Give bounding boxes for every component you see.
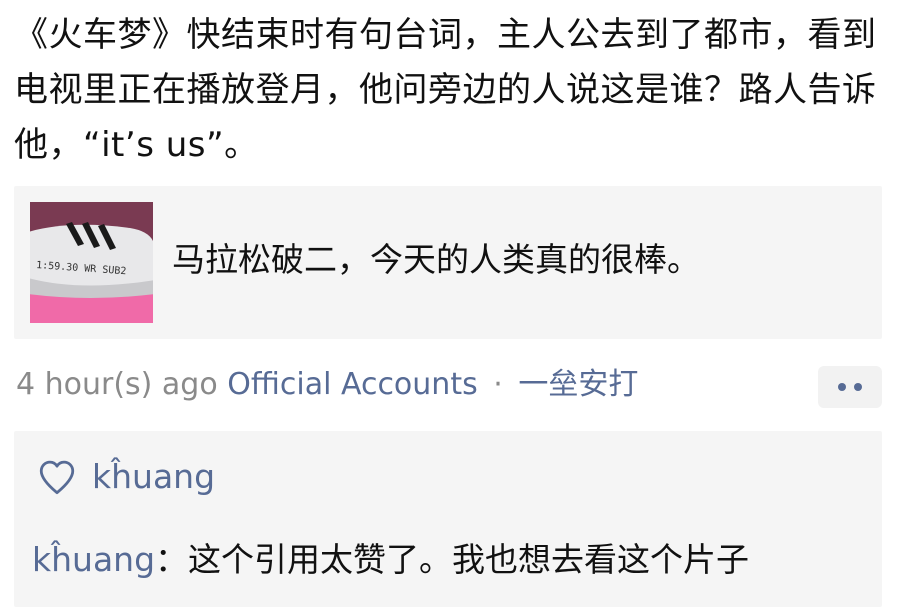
article-thumbnail: 1:59.30 WR SUB2 [30, 202, 153, 323]
shoe-thumbnail-image: 1:59.30 WR SUB2 [30, 202, 153, 323]
comment-item[interactable]: kĥuang：这个引用太赞了。我也想去看这个片子 [32, 536, 749, 584]
more-dots-icon-2 [854, 383, 862, 391]
meta-separator: · [493, 367, 503, 402]
post-meta: 4 hour(s) ago Official Accounts · 一垒安打 [16, 362, 638, 408]
heart-icon [39, 460, 75, 495]
like-user-name[interactable]: kĥuang [92, 453, 215, 501]
more-dots-icon [838, 383, 846, 391]
likes-row: kĥuang [36, 453, 215, 501]
shared-article-title[interactable]: 马拉松破二，今天的人类真的很棒。 [172, 238, 700, 282]
post-text: 《火车梦》快结束时有句台词，主人公去到了都市，看到电视里正在播放登月，他问旁边的… [14, 15, 877, 165]
source-link[interactable]: Official Accounts [227, 367, 477, 402]
comment-text: 这个引用太赞了。我也想去看这个片子 [188, 540, 750, 579]
shared-article-card[interactable]: 1:59.30 WR SUB2 马拉松破二，今天的人类真的很棒。 [14, 186, 882, 339]
post-time: 4 hour(s) ago [16, 367, 218, 402]
comment-separator: ： [155, 540, 189, 579]
interaction-panel: kĥuang kĥuang：这个引用太赞了。我也想去看这个片子 [14, 431, 882, 607]
source-account-link[interactable]: 一垒安打 [518, 367, 638, 402]
more-button[interactable] [818, 366, 882, 408]
comment-author[interactable]: kĥuang [32, 540, 155, 579]
